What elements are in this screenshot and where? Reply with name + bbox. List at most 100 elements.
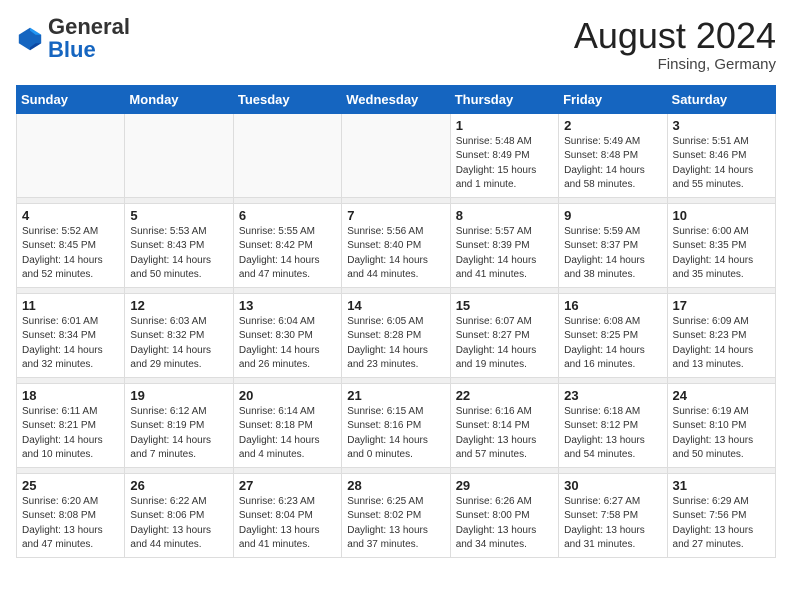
page-header: General Blue August 2024 Finsing, German… bbox=[16, 16, 776, 73]
day-detail: Sunrise: 5:52 AM Sunset: 8:45 PM Dayligh… bbox=[22, 225, 119, 283]
calendar-day-cell: 27 Sunrise: 6:23 AM Sunset: 8:04 PM Dayli… bbox=[233, 473, 341, 557]
day-detail: Sunrise: 6:20 AM Sunset: 8:08 PM Dayligh… bbox=[22, 495, 119, 553]
day-detail: Sunrise: 5:51 AM Sunset: 8:46 PM Dayligh… bbox=[673, 135, 770, 193]
day-detail: Sunrise: 6:04 AM Sunset: 8:30 PM Dayligh… bbox=[239, 315, 336, 373]
day-detail: Sunrise: 6:18 AM Sunset: 8:12 PM Dayligh… bbox=[564, 405, 661, 463]
day-header-saturday: Saturday bbox=[667, 85, 775, 113]
calendar-day-cell: 31 Sunrise: 6:29 AM Sunset: 7:56 PM Dayli… bbox=[667, 473, 775, 557]
day-number: 9 bbox=[564, 208, 661, 223]
month-year-title: August 2024 bbox=[574, 16, 776, 56]
day-detail: Sunrise: 6:19 AM Sunset: 8:10 PM Dayligh… bbox=[673, 405, 770, 463]
logo-text: General Blue bbox=[48, 16, 130, 62]
calendar-day-cell: 29Sunrise: 6:26 AM Sunset: 8:00 PM Dayli… bbox=[450, 473, 558, 557]
calendar-day-cell: 2 Sunrise: 5:49 AM Sunset: 8:48 PM Daylig… bbox=[559, 113, 667, 197]
day-number: 31 bbox=[673, 478, 770, 493]
day-detail: Sunrise: 6:01 AM Sunset: 8:34 PM Dayligh… bbox=[22, 315, 119, 373]
day-number: 11 bbox=[22, 298, 119, 313]
day-number: 27 bbox=[239, 478, 336, 493]
calendar-day-cell: 10 Sunrise: 6:00 AM Sunset: 8:35 PM Dayli… bbox=[667, 203, 775, 287]
day-detail: Sunrise: 5:53 AM Sunset: 8:43 PM Dayligh… bbox=[130, 225, 227, 283]
calendar-day-cell: 23 Sunrise: 6:18 AM Sunset: 8:12 PM Dayli… bbox=[559, 383, 667, 467]
calendar-day-cell: 28Sunrise: 6:25 AM Sunset: 8:02 PM Dayli… bbox=[342, 473, 450, 557]
day-detail: Sunrise: 5:59 AM Sunset: 8:37 PM Dayligh… bbox=[564, 225, 661, 283]
calendar-week-row: 18 Sunrise: 6:11 AM Sunset: 8:21 PM Dayli… bbox=[17, 383, 776, 467]
calendar-day-cell: 3 Sunrise: 5:51 AM Sunset: 8:46 PM Daylig… bbox=[667, 113, 775, 197]
day-number: 23 bbox=[564, 388, 661, 403]
day-header-thursday: Thursday bbox=[450, 85, 558, 113]
calendar-day-cell: 21 Sunrise: 6:15 AM Sunset: 8:16 PM Dayli… bbox=[342, 383, 450, 467]
day-detail: Sunrise: 6:26 AM Sunset: 8:00 PM Dayligh… bbox=[456, 495, 553, 553]
day-number: 24 bbox=[673, 388, 770, 403]
day-detail: Sunrise: 6:05 AM Sunset: 8:28 PM Dayligh… bbox=[347, 315, 444, 373]
calendar-week-row: 25 Sunrise: 6:20 AM Sunset: 8:08 PM Dayli… bbox=[17, 473, 776, 557]
day-detail: Sunrise: 5:56 AM Sunset: 8:40 PM Dayligh… bbox=[347, 225, 444, 283]
day-number: 18 bbox=[22, 388, 119, 403]
calendar-day-cell: 16 Sunrise: 6:08 AM Sunset: 8:25 PM Dayli… bbox=[559, 293, 667, 377]
day-number: 22 bbox=[456, 388, 553, 403]
day-number: 1 bbox=[456, 118, 553, 133]
day-detail: Sunrise: 5:57 AM Sunset: 8:39 PM Dayligh… bbox=[456, 225, 553, 283]
day-detail: Sunrise: 6:11 AM Sunset: 8:21 PM Dayligh… bbox=[22, 405, 119, 463]
day-detail: Sunrise: 6:07 AM Sunset: 8:27 PM Dayligh… bbox=[456, 315, 553, 373]
day-number: 3 bbox=[673, 118, 770, 133]
day-header-tuesday: Tuesday bbox=[233, 85, 341, 113]
day-header-friday: Friday bbox=[559, 85, 667, 113]
day-number: 6 bbox=[239, 208, 336, 223]
calendar-day-cell bbox=[125, 113, 233, 197]
day-detail: Sunrise: 6:00 AM Sunset: 8:35 PM Dayligh… bbox=[673, 225, 770, 283]
calendar-day-cell: 5 Sunrise: 5:53 AM Sunset: 8:43 PM Daylig… bbox=[125, 203, 233, 287]
day-number: 10 bbox=[673, 208, 770, 223]
day-header-wednesday: Wednesday bbox=[342, 85, 450, 113]
calendar-day-cell: 20Sunrise: 6:14 AM Sunset: 8:18 PM Dayli… bbox=[233, 383, 341, 467]
calendar-day-cell: 26Sunrise: 6:22 AM Sunset: 8:06 PM Dayli… bbox=[125, 473, 233, 557]
day-number: 25 bbox=[22, 478, 119, 493]
day-number: 12 bbox=[130, 298, 227, 313]
calendar-day-cell: 15 Sunrise: 6:07 AM Sunset: 8:27 PM Dayli… bbox=[450, 293, 558, 377]
day-number: 16 bbox=[564, 298, 661, 313]
logo: General Blue bbox=[16, 16, 130, 62]
day-detail: Sunrise: 6:23 AM Sunset: 8:04 PM Dayligh… bbox=[239, 495, 336, 553]
day-number: 2 bbox=[564, 118, 661, 133]
day-detail: Sunrise: 5:49 AM Sunset: 8:48 PM Dayligh… bbox=[564, 135, 661, 193]
calendar-day-cell: 8 Sunrise: 5:57 AM Sunset: 8:39 PM Daylig… bbox=[450, 203, 558, 287]
logo-icon bbox=[16, 25, 44, 53]
day-detail: Sunrise: 5:48 AM Sunset: 8:49 PM Dayligh… bbox=[456, 135, 553, 193]
calendar-day-cell: 25 Sunrise: 6:20 AM Sunset: 8:08 PM Dayli… bbox=[17, 473, 125, 557]
day-detail: Sunrise: 6:27 AM Sunset: 7:58 PM Dayligh… bbox=[564, 495, 661, 553]
day-number: 17 bbox=[673, 298, 770, 313]
calendar-day-cell: 22 Sunrise: 6:16 AM Sunset: 8:14 PM Dayli… bbox=[450, 383, 558, 467]
day-number: 20 bbox=[239, 388, 336, 403]
calendar-week-row: 11 Sunrise: 6:01 AM Sunset: 8:34 PM Dayli… bbox=[17, 293, 776, 377]
day-number: 4 bbox=[22, 208, 119, 223]
calendar-day-cell: 4 Sunrise: 5:52 AM Sunset: 8:45 PM Daylig… bbox=[17, 203, 125, 287]
day-header-sunday: Sunday bbox=[17, 85, 125, 113]
calendar-day-cell: 13 Sunrise: 6:04 AM Sunset: 8:30 PM Dayli… bbox=[233, 293, 341, 377]
day-detail: Sunrise: 6:16 AM Sunset: 8:14 PM Dayligh… bbox=[456, 405, 553, 463]
day-number: 8 bbox=[456, 208, 553, 223]
day-detail: Sunrise: 6:09 AM Sunset: 8:23 PM Dayligh… bbox=[673, 315, 770, 373]
calendar-day-cell: 7 Sunrise: 5:56 AM Sunset: 8:40 PM Daylig… bbox=[342, 203, 450, 287]
day-number: 15 bbox=[456, 298, 553, 313]
calendar-day-cell: 9 Sunrise: 5:59 AM Sunset: 8:37 PM Daylig… bbox=[559, 203, 667, 287]
calendar-day-cell: 24 Sunrise: 6:19 AM Sunset: 8:10 PM Dayli… bbox=[667, 383, 775, 467]
calendar-week-row: 1 Sunrise: 5:48 AM Sunset: 8:49 PM Daylig… bbox=[17, 113, 776, 197]
calendar-day-cell: 11 Sunrise: 6:01 AM Sunset: 8:34 PM Dayli… bbox=[17, 293, 125, 377]
day-number: 21 bbox=[347, 388, 444, 403]
day-detail: Sunrise: 6:29 AM Sunset: 7:56 PM Dayligh… bbox=[673, 495, 770, 553]
calendar-day-cell: 1 Sunrise: 5:48 AM Sunset: 8:49 PM Daylig… bbox=[450, 113, 558, 197]
day-number: 14 bbox=[347, 298, 444, 313]
day-number: 5 bbox=[130, 208, 227, 223]
calendar-day-cell: 12 Sunrise: 6:03 AM Sunset: 8:32 PM Dayli… bbox=[125, 293, 233, 377]
day-number: 7 bbox=[347, 208, 444, 223]
calendar-day-cell bbox=[233, 113, 341, 197]
day-detail: Sunrise: 6:03 AM Sunset: 8:32 PM Dayligh… bbox=[130, 315, 227, 373]
day-detail: Sunrise: 6:12 AM Sunset: 8:19 PM Dayligh… bbox=[130, 405, 227, 463]
day-detail: Sunrise: 6:22 AM Sunset: 8:06 PM Dayligh… bbox=[130, 495, 227, 553]
day-number: 28 bbox=[347, 478, 444, 493]
day-detail: Sunrise: 6:15 AM Sunset: 8:16 PM Dayligh… bbox=[347, 405, 444, 463]
day-number: 30 bbox=[564, 478, 661, 493]
day-number: 13 bbox=[239, 298, 336, 313]
calendar-table: SundayMondayTuesdayWednesdayThursdayFrid… bbox=[16, 85, 776, 558]
calendar-day-cell: 30 Sunrise: 6:27 AM Sunset: 7:58 PM Dayli… bbox=[559, 473, 667, 557]
day-detail: Sunrise: 6:08 AM Sunset: 8:25 PM Dayligh… bbox=[564, 315, 661, 373]
